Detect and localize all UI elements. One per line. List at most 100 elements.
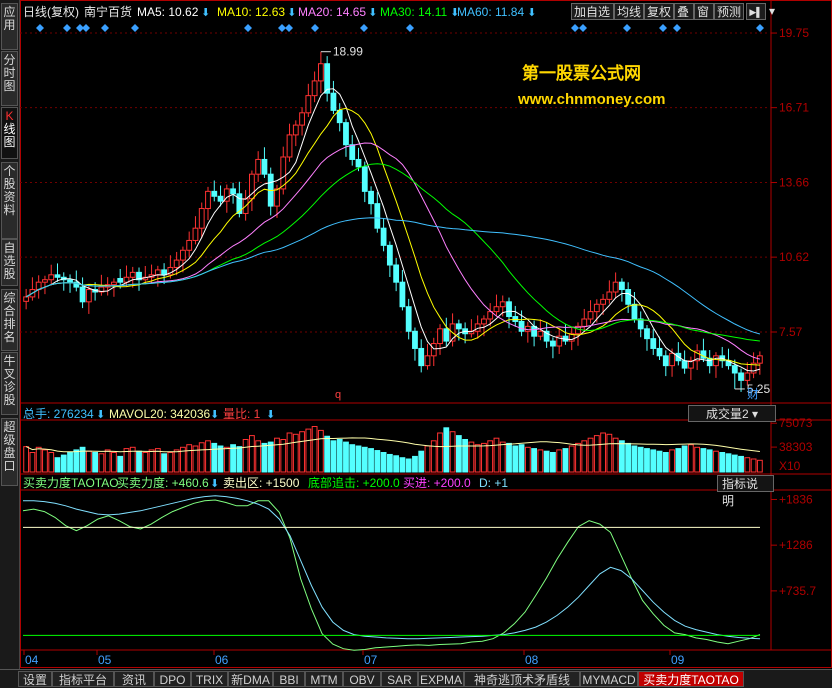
candle-body[interactable] [129,271,136,278]
left-tab-1[interactable]: 应用 [1,3,18,50]
candle-body[interactable] [361,166,368,192]
candle-body[interactable] [205,190,211,210]
volume-bar[interactable] [424,445,431,473]
volume-bar[interactable] [142,452,149,473]
left-tab-5[interactable]: 自选股 [1,239,18,286]
candle-body[interactable] [518,320,525,332]
left-tab-3[interactable]: K线图 [1,107,18,159]
candle-body[interactable] [274,188,280,207]
volume-bar[interactable] [430,440,437,473]
candle-body[interactable] [349,144,356,160]
candle-body[interactable] [343,122,349,146]
volume-bar[interactable] [625,442,632,473]
candle-body[interactable] [374,203,381,229]
candle-body[interactable] [299,112,305,126]
candle-body[interactable] [437,328,443,345]
left-tab-7[interactable]: 牛叉诊股 [1,352,18,415]
volume-bar[interactable] [67,452,73,473]
volume-bar[interactable] [706,449,713,473]
candle-body[interactable] [424,355,431,367]
left-tab-6[interactable]: 综合排名 [1,289,18,351]
volume-bar[interactable] [550,452,556,473]
volume-bar[interactable] [474,444,481,473]
volume-bar[interactable] [54,457,61,473]
info-diamond-icon[interactable] [82,24,90,32]
volume-bar[interactable] [198,442,205,473]
toolbar-button-5[interactable]: 窗 [694,3,714,20]
indicator-help-button[interactable]: 指标说明 [717,475,774,508]
volume-bar[interactable] [299,431,305,473]
candle-body[interactable] [531,325,538,337]
volume-bar[interactable] [380,452,387,473]
volume-bar[interactable] [468,441,475,473]
volume-bar[interactable] [662,452,669,473]
candle-body[interactable] [499,301,506,308]
candle-body[interactable] [399,281,406,308]
chart-area[interactable]: 日线(复权) 南宁百货 MA5: 10.62 ⬇ MA10: 12.63 ⬇ MA20: 1… [20,0,832,669]
bottom-tab-4[interactable]: DPO [154,671,191,687]
candle-body[interactable] [117,278,124,283]
volume-bar[interactable] [349,444,356,473]
volume-bar[interactable] [543,450,550,473]
volume-bar[interactable] [524,446,531,473]
candle-body[interactable] [644,328,650,340]
info-diamond-icon[interactable] [131,24,139,32]
candle-body[interactable] [662,355,669,367]
candle-body[interactable] [336,109,343,124]
volume-bar[interactable] [236,446,243,473]
volume-bar[interactable] [261,442,268,473]
volume-bar[interactable] [637,446,644,473]
candle-body[interactable] [418,347,425,367]
candle-body[interactable] [731,365,738,374]
volume-bar[interactable] [173,449,180,473]
candle-body[interactable] [85,289,92,303]
volume-bar[interactable] [205,440,211,473]
volume-bar[interactable] [330,440,337,473]
volume-bar[interactable] [449,431,456,473]
volume-bar[interactable] [412,455,418,473]
volume-bar[interactable] [73,449,80,473]
toolbar-button-2[interactable]: 均线 [614,3,644,20]
volume-bar[interactable] [744,457,751,473]
candle-body[interactable] [161,269,168,276]
volume-bar[interactable] [292,433,299,473]
volume-bar[interactable] [60,454,67,473]
candle-body[interactable] [493,306,500,313]
volume-bar[interactable] [518,444,525,473]
volume-bar[interactable] [681,445,688,473]
volume-bar[interactable] [361,446,368,473]
volume-bar[interactable] [148,449,155,473]
volume-bar[interactable] [756,459,763,473]
left-tab-2[interactable]: 分时图 [1,51,18,106]
candle-body[interactable] [512,316,519,322]
candle-body[interactable] [217,195,224,202]
candle-body[interactable] [198,208,205,229]
info-diamond-icon[interactable] [756,24,764,32]
candle-body[interactable] [23,296,30,302]
candle-body[interactable] [412,330,418,349]
volume-bar[interactable] [713,450,719,473]
volume-bar[interactable] [437,432,443,473]
bottom-tab-8[interactable]: MTM [305,671,343,687]
candle-body[interactable] [180,249,186,261]
volume-bar[interactable] [311,426,318,473]
volume-indicator-select[interactable]: 成交量2 ▾ [688,405,776,422]
candle-body[interactable] [405,306,412,332]
candle-body[interactable] [54,274,61,278]
bottom-tab-3[interactable]: 资讯 [114,671,154,687]
candle-body[interactable] [524,325,531,332]
volume-bar[interactable] [305,428,312,473]
volume-bar[interactable] [725,453,732,473]
candle-body[interactable] [211,190,218,197]
volume-bar[interactable] [512,445,519,473]
bottom-tab-10[interactable]: SAR [381,671,418,687]
bottom-tab-1[interactable]: 设置 [18,671,52,687]
volume-bar[interactable] [98,453,105,473]
candle-body[interactable] [393,264,400,283]
volume-bar[interactable] [211,442,218,473]
volume-bar[interactable] [161,453,168,473]
volume-bar[interactable] [568,445,575,473]
volume-bar[interactable] [506,442,512,473]
candle-body[interactable] [581,318,588,327]
info-diamond-icon[interactable] [101,24,109,32]
